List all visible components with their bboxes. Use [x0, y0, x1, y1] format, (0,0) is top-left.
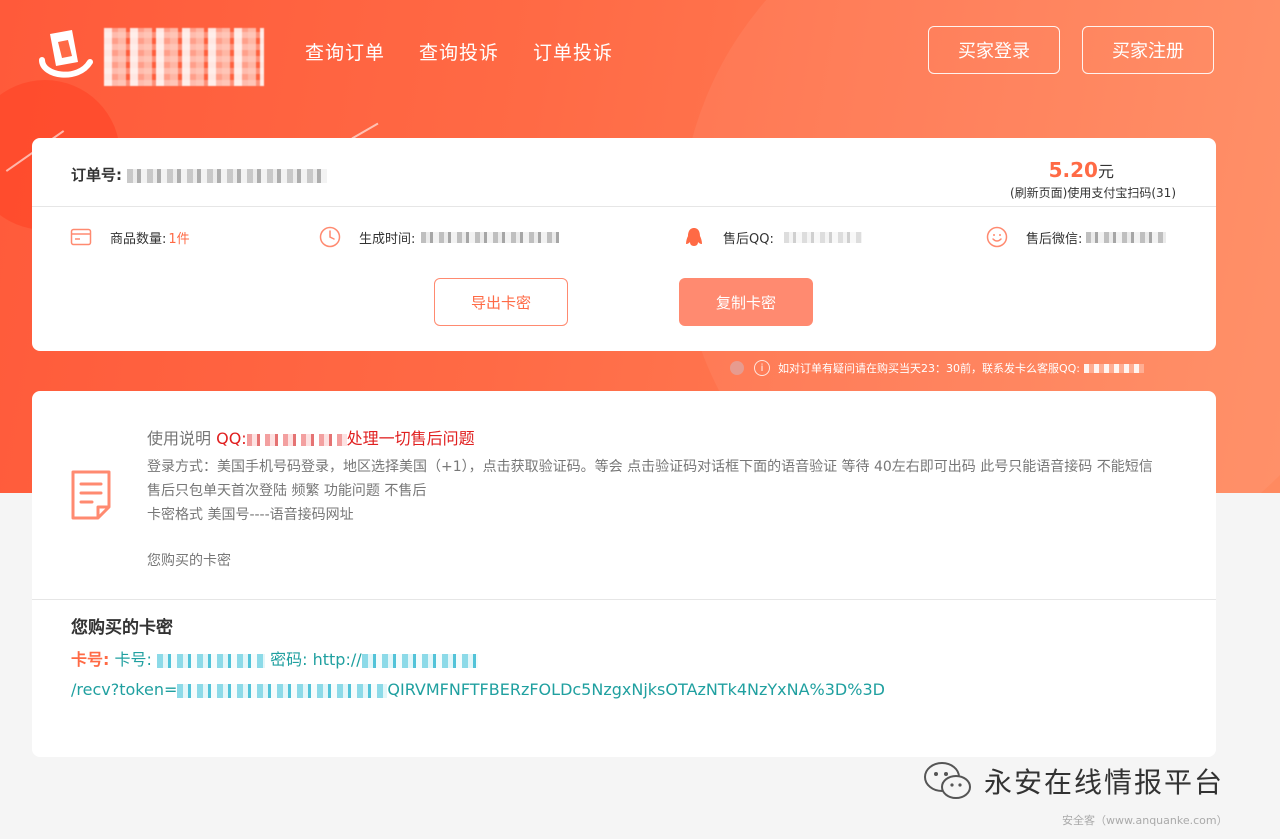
url-host-blurred	[361, 653, 478, 668]
aftersale-wechat-label: 售后微信:	[1026, 231, 1083, 247]
info-icon: i	[754, 360, 770, 376]
token-path: /recv?token=	[71, 680, 178, 699]
price-unit: 元	[1097, 162, 1114, 181]
aftersale-wechat-value-blurred	[1086, 231, 1167, 243]
quantity-value: 1件	[168, 231, 190, 247]
document-icon	[71, 470, 111, 520]
order-tip: i 如对订单有疑问请在购买当天23：30前，联系发卡么客服QQ:	[730, 360, 1145, 376]
aftersale-qq-value-blurred	[783, 231, 862, 243]
order-number-value-blurred	[127, 168, 328, 183]
usage-line: 售后只包单天首次登陆 频繁 功能问题 不售后	[147, 483, 427, 499]
usage-title-suffix: 处理一切售后问题	[346, 429, 475, 448]
watermark-text: 永安在线情报平台	[984, 766, 1225, 799]
card-number-label: 卡号:	[71, 650, 110, 669]
quantity-info: 商品数量: 1件	[70, 226, 190, 248]
site-logo[interactable]	[32, 18, 264, 88]
banner-line	[351, 122, 379, 140]
main-nav: 查询订单 查询投诉 订单投诉	[305, 38, 613, 65]
logo-wordmark-blurred	[104, 28, 264, 86]
card-number-blurred	[157, 653, 265, 668]
purchased-keys-title: 您购买的卡密	[71, 618, 173, 638]
card-number-inner-label: 卡号:	[114, 650, 152, 669]
usage-notes: 使用说明 QQ: 处理一切售后问题 登录方式：美国手机号码登录，地区选择美国（+1…	[147, 427, 1212, 573]
divider	[32, 599, 1216, 600]
tip-text: 如对订单有疑问请在购买当天23：30前，联系发卡么客服QQ:	[778, 362, 1081, 375]
password-label: 密码:	[270, 650, 308, 669]
purchased-key-content[interactable]: 卡号: 卡号: 密码: http:// /recv?token= QIRVMFNF…	[71, 645, 1181, 705]
created-time-info: 生成时间:	[319, 226, 560, 248]
watermark-subtext: 安全客（www.anquanke.com）	[1062, 814, 1228, 827]
copy-card-key-button[interactable]: 复制卡密	[679, 278, 813, 326]
created-time-value-blurred	[421, 231, 560, 243]
usage-line: 您购买的卡密	[147, 553, 231, 569]
nav-query-order[interactable]: 查询订单	[305, 38, 385, 65]
logo-mark-icon	[39, 30, 93, 78]
export-card-key-button[interactable]: 导出卡密	[434, 278, 568, 326]
aftersale-qq-info: 售后QQ:	[683, 226, 862, 248]
nav-query-complaint[interactable]: 查询投诉	[419, 38, 499, 65]
buyer-login-button[interactable]: 买家登录	[928, 26, 1060, 74]
buyer-register-button[interactable]: 买家注册	[1082, 26, 1214, 74]
nav-order-complaint[interactable]: 订单投诉	[533, 38, 613, 65]
usage-qq-blurred	[246, 433, 347, 446]
order-number: 订单号:	[71, 164, 328, 185]
url-prefix: http://	[312, 650, 362, 669]
created-time-label: 生成时间:	[359, 231, 416, 247]
usage-line: 卡密格式 美国号----语音接码网址	[147, 507, 354, 523]
aftersale-wechat-info: 售后微信:	[986, 226, 1167, 248]
token-blurred	[177, 683, 388, 698]
watermark: 永安在线情报平台	[922, 760, 1224, 802]
order-number-label: 订单号:	[71, 166, 122, 184]
usage-line: 登录方式：美国手机号码登录，地区选择美国（+1），点击获取验证码。等会 点击验证…	[147, 459, 1153, 475]
tip-dot	[730, 361, 744, 375]
smile-icon	[986, 226, 1008, 248]
price-value: 5.20	[1048, 158, 1098, 182]
wechat-icon	[924, 762, 971, 799]
clock-icon	[319, 226, 341, 248]
usage-title-qq: QQ:	[216, 429, 247, 448]
usage-title-prefix: 使用说明	[147, 429, 217, 448]
order-info-row: 商品数量: 1件 生成时间: 售后QQ: 售后微信:	[32, 226, 1216, 254]
payment-note: (刷新页面)使用支付宝扫码(31)	[1010, 186, 1176, 200]
card-icon	[70, 228, 92, 246]
usage-title: 使用说明 QQ: 处理一切售后问题	[147, 427, 1212, 451]
tip-qq-blurred	[1084, 363, 1145, 373]
quantity-label: 商品数量:	[110, 231, 167, 247]
aftersale-qq-label: 售后QQ:	[723, 231, 774, 247]
divider	[32, 206, 1216, 207]
qq-icon	[686, 228, 702, 246]
order-price: 5.20元	[1049, 158, 1114, 182]
order-card: 订单号: 5.20元 (刷新页面)使用支付宝扫码(31) 商品数量: 1件 生成…	[32, 138, 1216, 351]
instructions-card: 使用说明 QQ: 处理一切售后问题 登录方式：美国手机号码登录，地区选择美国（+1…	[32, 391, 1216, 757]
token-tail: QIRVMFNFTFBERzFOLDc5NzgxNjksOTAzNTk4NzYx…	[387, 680, 885, 699]
